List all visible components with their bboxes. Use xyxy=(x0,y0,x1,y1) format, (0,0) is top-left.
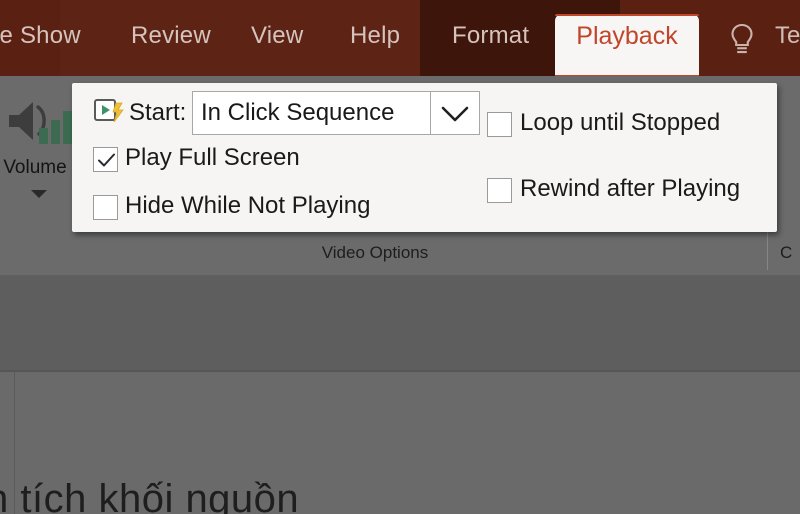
checkbox-hide-while-not-playing-label[interactable]: Hide While Not Playing xyxy=(125,192,370,220)
tab-playback[interactable]: Playback xyxy=(555,14,699,76)
checkbox-play-full-screen[interactable] xyxy=(93,147,118,172)
ribbon-tab-bar: de Show Review View Help Format Playback… xyxy=(0,0,800,76)
chevron-down-icon[interactable] xyxy=(31,190,47,198)
checkbox-rewind-after-playing-label[interactable]: Rewind after Playing xyxy=(520,175,740,203)
group-label-captions: C xyxy=(780,243,793,262)
tab-review[interactable]: Review xyxy=(131,22,211,50)
tab-tell-me-label[interactable]: Te xyxy=(775,22,800,50)
play-lightning-icon xyxy=(94,97,126,127)
checkbox-hide-while-not-playing[interactable] xyxy=(93,195,118,220)
checkbox-rewind-after-playing[interactable] xyxy=(487,178,512,203)
slide-toolbar-band xyxy=(0,277,800,370)
slide-band-divider xyxy=(0,370,800,372)
start-label: Start: xyxy=(129,99,187,126)
volume-button[interactable]: Volume xyxy=(0,88,78,222)
start-combobox-value: In Click Sequence xyxy=(201,99,395,126)
volume-button-label: Volume xyxy=(3,157,67,178)
tab-slide-show[interactable]: de Show xyxy=(0,22,81,50)
video-options-dropdown-panel: Start: In Click Sequence Play Full Scree… xyxy=(72,83,777,232)
speaker-volume-icon xyxy=(5,94,75,156)
tab-help[interactable]: Help xyxy=(350,22,400,50)
checkbox-play-full-screen-label[interactable]: Play Full Screen xyxy=(125,144,300,172)
lightbulb-icon[interactable] xyxy=(727,22,757,56)
start-combobox[interactable]: In Click Sequence xyxy=(192,91,431,135)
group-label-video-options: Video Options xyxy=(321,243,429,262)
slide-text: n tích khối nguồn xyxy=(0,477,300,514)
checkbox-loop-until-stopped[interactable] xyxy=(487,112,512,137)
tab-playback-label: Playback xyxy=(576,22,678,50)
app-screenshot: de Show Review View Help Format Playback… xyxy=(0,0,800,514)
checkbox-loop-until-stopped-label[interactable]: Loop until Stopped xyxy=(520,109,720,137)
tab-format[interactable]: Format xyxy=(452,22,529,50)
start-combobox-chevron-down-icon[interactable] xyxy=(431,91,480,135)
tab-view[interactable]: View xyxy=(251,22,303,50)
tab-playback-accent-underline xyxy=(555,14,699,16)
